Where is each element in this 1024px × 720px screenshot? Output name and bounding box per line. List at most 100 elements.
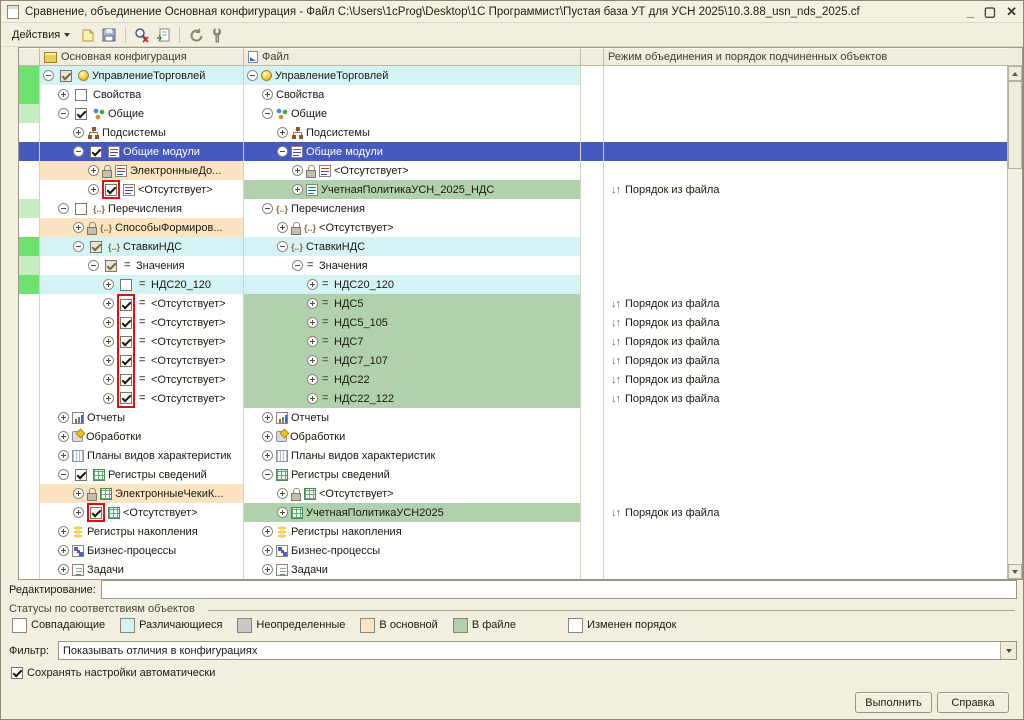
refresh-icon[interactable] (188, 27, 204, 43)
file-cell[interactable]: Задачи (244, 560, 581, 579)
merge-mode-cell[interactable] (604, 408, 1007, 427)
tree-row[interactable]: Общие модулиОбщие модули (19, 142, 1007, 161)
expand-toggle-icon[interactable] (58, 526, 69, 537)
expand-toggle-icon[interactable] (307, 336, 318, 347)
main-config-cell[interactable]: Регистры сведений (40, 465, 244, 484)
merge-mode-cell[interactable] (604, 465, 1007, 484)
file-cell[interactable]: Перечисления (244, 199, 581, 218)
tree-row[interactable]: <Отсутствует>УчетнаяПолитикаУСН_2025_НДС… (19, 180, 1007, 199)
tree-row[interactable]: Регистры сведенийРегистры сведений (19, 465, 1007, 484)
checkbox-wrap[interactable] (72, 104, 90, 123)
checkbox-wrap[interactable] (72, 465, 90, 484)
include-checkbox[interactable] (105, 184, 117, 196)
expand-toggle-icon[interactable] (307, 374, 318, 385)
include-checkbox[interactable] (90, 241, 102, 253)
checkbox-wrap[interactable] (87, 142, 105, 161)
customize-list-icon[interactable] (155, 27, 171, 43)
include-checkbox[interactable] (120, 374, 132, 386)
main-config-cell[interactable]: СтавкиНДС (40, 237, 244, 256)
autosave-checkbox[interactable] (11, 667, 23, 679)
expand-toggle-icon[interactable] (58, 564, 69, 575)
main-config-cell[interactable]: Задачи (40, 560, 244, 579)
tree-row[interactable]: ОтчетыОтчеты (19, 408, 1007, 427)
expand-toggle-icon[interactable] (307, 279, 318, 290)
main-config-cell[interactable]: НДС20_120 (40, 275, 244, 294)
expand-toggle-icon[interactable] (262, 108, 273, 119)
expand-toggle-icon[interactable] (73, 507, 84, 518)
main-config-cell[interactable]: ЭлектронныеДо... (40, 161, 244, 180)
expand-toggle-icon[interactable] (262, 431, 273, 442)
expand-toggle-icon[interactable] (58, 469, 69, 480)
expand-toggle-icon[interactable] (262, 564, 273, 575)
main-config-cell[interactable]: Значения (40, 256, 244, 275)
expand-toggle-icon[interactable] (262, 526, 273, 537)
file-cell[interactable]: НДС5 (244, 294, 581, 313)
expand-toggle-icon[interactable] (58, 431, 69, 442)
close-button[interactable]: ✕ (1006, 5, 1017, 19)
merge-mode-cell[interactable]: ↓↑Порядок из файла (604, 332, 1007, 351)
scrollbar-track[interactable] (1008, 81, 1022, 564)
run-button[interactable]: Выполнить (855, 692, 932, 713)
merge-mode-cell[interactable] (604, 541, 1007, 560)
merge-mode-cell[interactable]: ↓↑Порядок из файла (604, 313, 1007, 332)
checkbox-wrap[interactable] (117, 275, 135, 294)
status-column-header[interactable] (19, 48, 40, 66)
file-cell[interactable]: Бизнес-процессы (244, 541, 581, 560)
expand-toggle-icon[interactable] (103, 336, 114, 347)
merge-mode-cell[interactable]: ↓↑Порядок из файла (604, 370, 1007, 389)
main-config-cell[interactable]: <Отсутствует> (40, 389, 244, 408)
expand-toggle-icon[interactable] (262, 450, 273, 461)
main-config-cell[interactable]: Подсистемы (40, 123, 244, 142)
annotation-red-box[interactable] (117, 370, 135, 389)
tree-row[interactable]: ЭлектронныеДо...<Отсутствует> (19, 161, 1007, 180)
include-checkbox[interactable] (120, 279, 132, 291)
merge-mode-cell[interactable] (604, 427, 1007, 446)
expand-toggle-icon[interactable] (277, 488, 288, 499)
expand-toggle-icon[interactable] (73, 222, 84, 233)
include-checkbox[interactable] (120, 317, 132, 329)
merge-mode-cell[interactable] (604, 237, 1007, 256)
main-config-cell[interactable]: УправлениеТорговлей (40, 66, 244, 85)
tree-row[interactable]: <Отсутствует>НДС5↓↑Порядок из файла (19, 294, 1007, 313)
annotation-red-box[interactable] (117, 294, 135, 313)
expand-toggle-icon[interactable] (307, 317, 318, 328)
file-cell[interactable]: НДС7_107 (244, 351, 581, 370)
merge-mode-column-header[interactable]: Режим объединения и порядок подчиненных … (604, 48, 1007, 66)
tree-row[interactable]: ОбщиеОбщие (19, 104, 1007, 123)
edit-input[interactable] (101, 580, 1017, 599)
main-config-cell[interactable]: Регистры накопления (40, 522, 244, 541)
autosave-option[interactable]: Сохранять настройки автоматически (11, 667, 215, 679)
expand-toggle-icon[interactable] (58, 545, 69, 556)
expand-toggle-icon[interactable] (277, 507, 288, 518)
merge-mode-cell[interactable]: ↓↑Порядок из файла (604, 180, 1007, 199)
file-cell[interactable]: Подсистемы (244, 123, 581, 142)
merge-mode-cell[interactable] (604, 85, 1007, 104)
main-config-cell[interactable]: Обработки (40, 427, 244, 446)
expand-toggle-icon[interactable] (103, 298, 114, 309)
main-config-cell[interactable]: Планы видов характеристик (40, 446, 244, 465)
main-config-cell[interactable]: Общие модули (40, 142, 244, 161)
annotation-red-box[interactable] (102, 180, 120, 199)
expand-toggle-icon[interactable] (103, 393, 114, 404)
include-checkbox[interactable] (120, 299, 132, 311)
merge-mode-cell[interactable] (604, 199, 1007, 218)
expand-toggle-icon[interactable] (43, 70, 54, 81)
expand-toggle-icon[interactable] (262, 412, 273, 423)
merge-mode-cell[interactable] (604, 446, 1007, 465)
file-cell[interactable]: УчетнаяПолитикаУСН2025 (244, 503, 581, 522)
file-cell[interactable]: Регистры накопления (244, 522, 581, 541)
scrollbar-thumb[interactable] (1008, 81, 1022, 169)
file-cell[interactable]: НДС5_105 (244, 313, 581, 332)
tree-row[interactable]: НДС20_120НДС20_120 (19, 275, 1007, 294)
include-checkbox[interactable] (75, 469, 87, 481)
tree-row[interactable]: ПодсистемыПодсистемы (19, 123, 1007, 142)
expand-toggle-icon[interactable] (307, 393, 318, 404)
merge-mode-cell[interactable] (604, 218, 1007, 237)
annotation-red-box[interactable] (117, 313, 135, 332)
merge-mode-cell[interactable]: ↓↑Порядок из файла (604, 294, 1007, 313)
expand-toggle-icon[interactable] (277, 241, 288, 252)
expand-toggle-icon[interactable] (277, 146, 288, 157)
file-cell[interactable]: СтавкиНДС (244, 237, 581, 256)
merge-mode-cell[interactable] (604, 484, 1007, 503)
expand-toggle-icon[interactable] (277, 127, 288, 138)
